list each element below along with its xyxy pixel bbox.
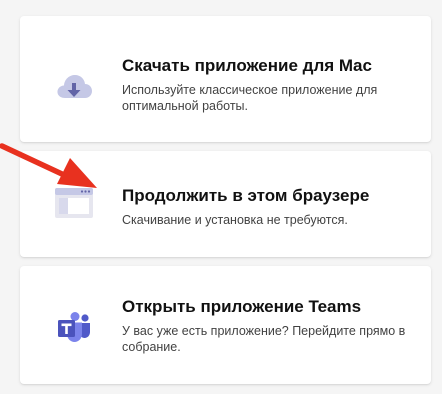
continue-browser-text: Продолжить в этом браузере Скачивание и … [122, 185, 413, 228]
continue-in-browser-option[interactable]: Продолжить в этом браузере Скачивание и … [20, 151, 431, 257]
option-title: Открыть приложение Teams [122, 297, 362, 316]
launch-options-page: Скачать приложение для Mac Используйте к… [0, 0, 442, 394]
cloud-download-icon [50, 63, 98, 111]
teams-logo-icon [50, 303, 98, 351]
option-description: Используйте классическое приложение для … [122, 83, 378, 113]
download-mac-text: Скачать приложение для Mac Используйте к… [122, 55, 413, 114]
option-description: Скачивание и установка не требуются. [122, 213, 348, 227]
option-description: У вас уже есть приложение? Перейдите пря… [122, 324, 406, 354]
option-title: Продолжить в этом браузере [122, 186, 370, 205]
browser-window-icon [50, 179, 98, 227]
download-mac-app-option[interactable]: Скачать приложение для Mac Используйте к… [20, 16, 431, 142]
open-teams-text: Открыть приложение Teams У вас уже есть … [122, 296, 413, 355]
option-title: Скачать приложение для Mac [122, 56, 372, 75]
open-teams-app-option[interactable]: Открыть приложение Teams У вас уже есть … [20, 266, 431, 384]
